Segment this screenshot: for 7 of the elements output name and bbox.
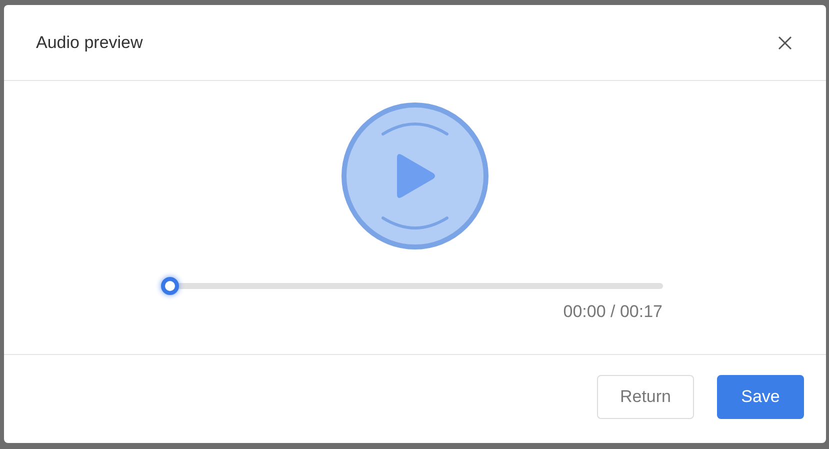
- time-readout: 00:00 / 00:17: [563, 301, 662, 323]
- close-icon[interactable]: [776, 34, 794, 52]
- progress-thumb[interactable]: [160, 277, 178, 295]
- play-button[interactable]: [341, 102, 489, 250]
- save-button[interactable]: Save: [717, 375, 804, 419]
- dialog-title: Audio preview: [36, 32, 143, 54]
- return-button[interactable]: Return: [596, 375, 694, 419]
